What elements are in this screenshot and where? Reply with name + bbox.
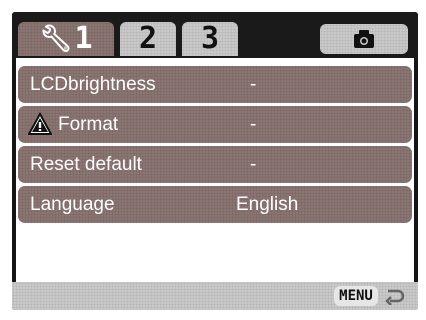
- tab-setup-3[interactable]: 3: [182, 22, 238, 56]
- warning-icon: [28, 112, 52, 135]
- menu-item-format[interactable]: Format -: [18, 106, 412, 143]
- menu-item-reset-default[interactable]: Reset default -: [18, 146, 412, 183]
- menu-item-value: -: [250, 154, 257, 175]
- wrench-icon: 🔧︎: [39, 24, 73, 54]
- menu-item-lcd-brightness[interactable]: LCDbrightness -: [18, 66, 412, 103]
- tab-setup-2[interactable]: 2: [120, 22, 176, 56]
- settings-panel: LCDbrightness - Format - Reset default -…: [16, 58, 414, 282]
- return-arrow-icon: [385, 289, 405, 305]
- menu-item-label: Reset default: [30, 154, 142, 175]
- menu-item-label: LCDbrightness: [30, 74, 156, 95]
- footer-bar: MENU: [12, 282, 418, 310]
- camera-icon: [354, 30, 374, 48]
- menu-item-label: Language: [30, 194, 115, 215]
- menu-item-value: -: [250, 114, 257, 135]
- tab-camera[interactable]: [320, 24, 408, 54]
- tab-2-label: 2: [138, 21, 158, 56]
- tab-strip: 🔧︎1 2 3: [12, 12, 418, 60]
- tab-1-label: 1: [74, 21, 93, 56]
- tab-3-label: 3: [200, 21, 220, 56]
- tab-setup-1[interactable]: 🔧︎1: [18, 22, 114, 56]
- camera-menu-screen: 🔧︎1 2 3 LCDbrightness - Format - Reset d…: [12, 12, 418, 310]
- menu-item-language[interactable]: Language English: [18, 186, 412, 223]
- menu-item-value: -: [250, 74, 257, 95]
- menu-item-value: English: [236, 194, 299, 215]
- menu-button[interactable]: MENU: [334, 286, 378, 306]
- menu-item-label: Format: [58, 114, 119, 135]
